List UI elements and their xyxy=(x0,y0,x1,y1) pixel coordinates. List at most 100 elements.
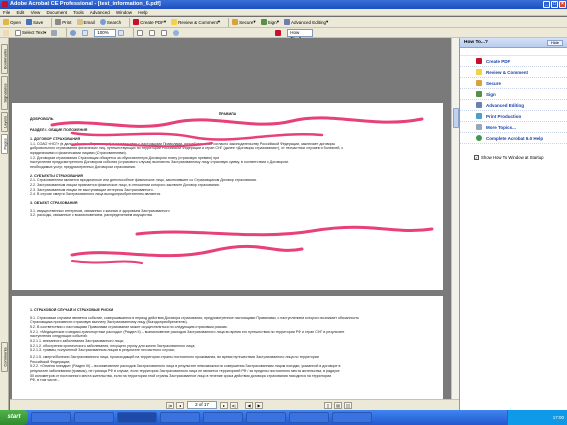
howto-link-advanced-editing[interactable]: Advanced Editing xyxy=(460,100,567,111)
scribble-line xyxy=(71,260,143,264)
toolbar-separator xyxy=(51,17,53,27)
howto-link-print-production[interactable]: Print Production xyxy=(460,111,567,122)
howto-dropdown[interactable]: How To...? xyxy=(287,28,314,41)
page-icon xyxy=(137,29,144,36)
howto-link-sign[interactable]: Sign xyxy=(460,89,567,100)
scribble-line xyxy=(70,131,324,141)
close-button[interactable]: × xyxy=(559,1,566,8)
taskbar-item[interactable] xyxy=(31,412,71,423)
printer-icon xyxy=(55,19,62,25)
review-comment-button[interactable]: Review & Comment ▾ xyxy=(171,19,220,25)
last-page-button[interactable]: ▸| xyxy=(230,401,238,409)
facing-layout-button[interactable]: ▯▯ xyxy=(344,401,352,409)
rotate-icon xyxy=(173,29,180,36)
advanced-editing-icon xyxy=(283,19,290,25)
howto-link-create-pdf[interactable]: Create PDF xyxy=(460,56,567,67)
menu-edit[interactable]: Edit xyxy=(17,10,25,15)
startup-checkbox-label: Show How To Window at Startup xyxy=(481,155,544,160)
start-button[interactable]: start xyxy=(0,410,28,425)
snapshot-button[interactable] xyxy=(51,29,58,36)
minus-icon xyxy=(82,29,89,36)
search-button[interactable]: Search xyxy=(99,19,121,25)
vertical-scrollbar[interactable] xyxy=(451,38,459,399)
hide-button[interactable]: Hide xyxy=(547,40,563,46)
zoom-tool-button[interactable] xyxy=(70,29,77,36)
hand-tool-button[interactable] xyxy=(3,29,10,36)
toolbar-separator xyxy=(133,28,135,37)
menu-file[interactable]: File xyxy=(3,10,10,15)
single-page-layout-button[interactable]: ▯ xyxy=(324,401,332,409)
folder-icon xyxy=(3,19,9,25)
document-view[interactable]: ПРАВИЛА ДОБРОВОЛЬ РАЗДЕЛ I. ОБЩИЕ ПОЛОЖЕ… xyxy=(10,38,451,399)
create-pdf-button[interactable]: Create PDF ▾ xyxy=(133,19,166,25)
tab-layers[interactable]: Layers xyxy=(1,112,8,132)
window-title: Adobe Acrobat CE Professional - [test_in… xyxy=(10,1,161,7)
lock-icon xyxy=(232,19,239,25)
sign-button[interactable]: Sign ▾ xyxy=(260,19,279,25)
startup-checkbox[interactable]: ✓ xyxy=(474,155,479,160)
continuous-layout-button[interactable]: ▤ xyxy=(334,401,342,409)
scribble-line xyxy=(71,142,213,148)
next-view-button[interactable]: ▶ xyxy=(255,401,263,409)
taskbar-item[interactable] xyxy=(203,412,243,423)
menu-window[interactable]: Window xyxy=(116,10,132,15)
page-navigation-bar: |◂ ◂ 2 of 17 ▸ ▸| ◀ ▶ ▯ ▤ ▯▯ xyxy=(10,399,459,410)
howto-nav xyxy=(460,48,567,56)
paragraph: 5.2.1.3. травмы, полученной Застрахованн… xyxy=(30,348,175,353)
zoom-field[interactable]: 100% xyxy=(94,28,117,37)
previous-page-button[interactable]: ◂ xyxy=(176,401,184,409)
rotate-button[interactable] xyxy=(173,29,180,36)
email-button[interactable]: Email xyxy=(76,19,95,25)
tab-pages[interactable]: Pages xyxy=(1,134,8,154)
save-button[interactable]: Save xyxy=(26,19,43,25)
adobe-logo-button[interactable] xyxy=(275,29,282,36)
tab-signatures[interactable]: Signatures xyxy=(1,76,8,110)
tab-bookmarks[interactable]: Bookmarks xyxy=(1,44,8,74)
fit-page-button[interactable] xyxy=(149,29,156,36)
howto-link-review-comment[interactable]: Review & Comment xyxy=(460,67,567,78)
taskbar-item[interactable] xyxy=(246,412,286,423)
menu-advanced[interactable]: Advanced xyxy=(90,10,110,15)
scribble-line xyxy=(135,225,434,237)
maximize-button[interactable]: □ xyxy=(551,1,558,8)
menu-tools[interactable]: Tools xyxy=(73,10,84,15)
text-cursor-icon xyxy=(15,29,21,36)
actual-size-button[interactable] xyxy=(137,29,144,36)
next-page-button[interactable]: ▸ xyxy=(220,401,228,409)
advanced-editing-button[interactable]: Advanced Editing ▾ xyxy=(283,19,328,25)
scribble-line xyxy=(50,116,424,128)
menu-view[interactable]: View xyxy=(31,10,41,15)
howto-link-complete-help[interactable]: Complete Acrobat 6.0 Help xyxy=(460,133,567,144)
pdf-page-1: ПРАВИЛА ДОБРОВОЛЬ РАЗДЕЛ I. ОБЩИЕ ПОЛОЖЕ… xyxy=(12,103,443,290)
minimize-button[interactable]: _ xyxy=(543,1,550,8)
taskbar-item[interactable] xyxy=(74,412,114,423)
taskbar-item-acrobat[interactable] xyxy=(117,412,157,423)
howto-link-more-topics[interactable]: More Topics... xyxy=(460,122,567,133)
secondary-toolbar: Select Text ▾ 100% How To...? xyxy=(0,28,567,41)
fit-width-button[interactable] xyxy=(161,29,168,36)
show-at-startup-option[interactable]: ✓ Show How To Window at Startup xyxy=(474,155,544,160)
secure-button[interactable]: Secure ▾ xyxy=(232,19,256,25)
open-button[interactable]: Open xyxy=(3,19,21,25)
zoom-in-button[interactable] xyxy=(118,29,125,36)
menu-help[interactable]: Help xyxy=(138,10,147,15)
toolbar-separator xyxy=(228,17,230,27)
zoom-out-button[interactable] xyxy=(82,29,89,36)
tab-comments[interactable]: Comments xyxy=(1,342,8,372)
floppy-icon xyxy=(26,19,33,25)
taskbar-item[interactable] xyxy=(289,412,329,423)
print-button[interactable]: Print xyxy=(55,19,72,25)
select-text-button[interactable]: Select Text ▾ xyxy=(15,29,46,36)
howto-link-secure[interactable]: Secure xyxy=(460,78,567,89)
taskbar-item[interactable] xyxy=(160,412,200,423)
topics-icon xyxy=(476,124,482,130)
section-heading: 1. СТРАХОВОЙ СЛУЧАЙ И СТРАХОВЫЕ РИСКИ xyxy=(30,308,114,312)
adobe-logo-icon xyxy=(275,29,282,36)
taskbar-item[interactable] xyxy=(332,412,372,423)
main-toolbar: Open Save Print Email Search Create PDF … xyxy=(0,17,567,28)
search-icon xyxy=(99,19,106,25)
previous-view-button[interactable]: ◀ xyxy=(245,401,253,409)
first-page-button[interactable]: |◂ xyxy=(166,401,174,409)
page-number-field[interactable]: 2 of 17 xyxy=(187,401,217,409)
menu-document[interactable]: Document xyxy=(47,10,68,15)
